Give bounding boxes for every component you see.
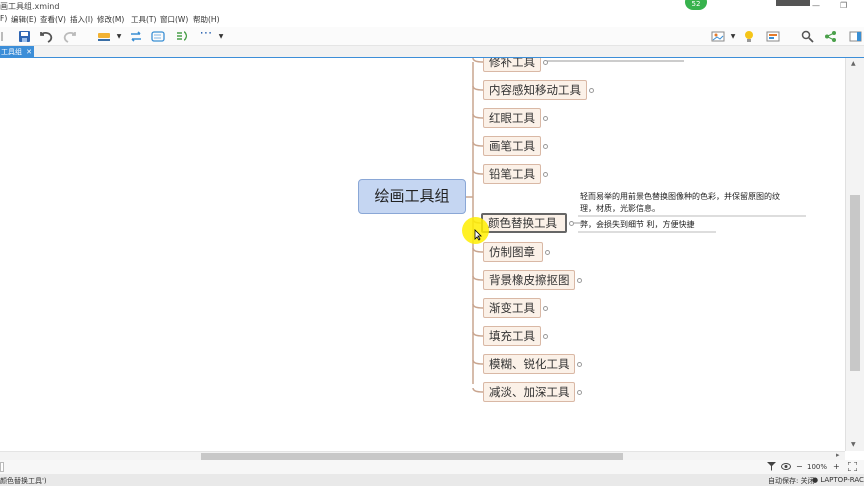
branch-topic-7[interactable]: 背景橡皮擦抠图 [483,270,575,290]
selection-status: 颜色替换工具') [0,477,47,485]
zoom-in-button[interactable]: + [833,462,840,471]
autosave-status[interactable]: 自动保存: 关闭 [768,476,815,486]
branch-topic-2[interactable]: 红眼工具 [483,108,541,128]
title-bar: 画工具组.xmind 52 — ❐ [0,0,864,12]
minimize-button[interactable]: — [812,1,820,10]
menu-bar: F) 编辑(E) 查看(V) 插入(I) 修改(M) 工具(T) 窗口(W) 帮助(H) [0,13,864,25]
branch-topic-0[interactable]: 修补工具 [483,58,541,72]
collapse-toggle-icon[interactable] [569,221,574,226]
horizontal-scrollbar[interactable]: ▸ [0,451,845,460]
collapse-toggle-icon[interactable] [543,306,548,311]
close-icon[interactable]: ✕ [26,46,32,58]
horizontal-scroll-thumb[interactable] [201,453,623,460]
status-input[interactable] [0,462,4,472]
note-line-1: 轻而易举的用前景色替换图像种的色彩，并保留原图的纹 [580,192,780,201]
filter-icon[interactable] [767,462,776,471]
toolbar-grip [1,32,3,41]
bottom-status-bar: 颜色替换工具') 自动保存: 关闭 ● LAPTOP-RACAC [0,474,864,486]
branch-topic-8[interactable]: 渐变工具 [483,298,541,318]
mouse-pointer-icon [474,229,482,241]
image-dropdown-icon[interactable]: ▼ [730,30,736,43]
vertical-scrollbar[interactable]: ▲ ▼ [845,58,864,451]
lightbulb-icon[interactable] [743,30,755,43]
more-dropdown-icon[interactable]: ▼ [218,30,224,43]
branch-topic-9[interactable]: 填充工具 [483,326,541,346]
collapse-toggle-icon[interactable] [577,390,582,395]
collapse-toggle-icon[interactable] [543,144,548,149]
menu-item-6[interactable]: 窗口(W) [160,14,188,25]
computer-name: ● LAPTOP-RACAC [812,476,864,484]
branch-connectors [466,58,806,393]
restore-button[interactable]: ❐ [840,1,847,10]
scroll-up-icon[interactable]: ▲ [851,60,856,67]
overlay-bar [776,0,810,6]
status-bar: − 100% + [0,460,864,474]
branch-topic-5[interactable]: 颜色替换工具 [481,213,567,233]
central-topic[interactable]: 绘画工具组 [358,179,466,214]
collapse-toggle-icon[interactable] [577,278,582,283]
collapse-toggle-icon[interactable] [589,88,594,93]
relationship-icon[interactable] [129,30,143,43]
collapse-toggle-icon[interactable] [577,362,582,367]
panel-toggle-icon[interactable] [849,30,862,43]
toolbar: ▼ ⋯ ▼ ▼ [0,27,864,46]
zoom-out-button[interactable]: − [796,462,803,471]
tab-drawing-tools[interactable]: 工具组 ✕ [0,46,34,58]
fit-screen-icon[interactable] [848,462,857,471]
branch-topic-10[interactable]: 模糊、锐化工具 [483,354,575,374]
search-icon[interactable] [801,30,814,43]
branch-topic-6[interactable]: 仿制图章 [483,242,543,262]
topic-dropdown-icon[interactable]: ▼ [116,30,122,43]
boundary-icon[interactable] [151,30,165,43]
eye-icon[interactable] [781,462,791,471]
vertical-scroll-thumb[interactable] [850,195,860,371]
scroll-down-icon[interactable]: ▼ [851,441,856,448]
collapse-toggle-icon[interactable] [543,334,548,339]
collapse-toggle-icon[interactable] [545,250,550,255]
presentation-icon[interactable] [766,30,780,43]
note-line-3: 弊，会损失到细节 利，方便快捷 [580,220,695,229]
collapse-toggle-icon[interactable] [543,116,548,121]
collapse-toggle-icon[interactable] [543,172,548,177]
branch-topic-3[interactable]: 画笔工具 [483,136,541,156]
branch-topic-1[interactable]: 内容感知移动工具 [483,80,587,100]
menu-item-4[interactable]: 修改(M) [97,14,124,25]
menu-item-2[interactable]: 查看(V) [40,14,66,25]
tab-label: 工具组 [1,48,22,56]
notification-badge[interactable]: 52 [685,0,707,10]
branch-topic-11[interactable]: 减淡、加深工具 [483,382,575,402]
menu-item-5[interactable]: 工具(T) [131,14,156,25]
window-title: 画工具组.xmind [0,2,60,11]
branch-topic-4[interactable]: 铅笔工具 [483,164,541,184]
save-icon[interactable] [18,30,31,43]
summary-icon[interactable] [175,30,189,43]
more-icon[interactable]: ⋯ [199,27,213,43]
note-line-2: 理，材质，光影信息。 [580,204,660,213]
menu-item-7[interactable]: 帮助(H) [193,14,220,25]
redo-icon[interactable] [63,30,76,43]
scroll-right-icon[interactable]: ▸ [836,451,840,459]
editor-tab-strip: 工具组 ✕ [0,46,864,58]
share-icon[interactable] [824,30,837,43]
collapse-toggle-icon[interactable] [543,60,548,65]
topic-icon[interactable] [97,30,111,43]
menu-item-3[interactable]: 插入(I) [70,14,93,25]
insert-image-icon[interactable] [711,30,725,43]
menu-item-0[interactable]: F) [0,14,7,23]
undo-icon[interactable] [40,30,53,43]
zoom-level: 100% [807,463,828,471]
menu-item-1[interactable]: 编辑(E) [11,14,37,25]
mind-map-canvas[interactable]: 绘画工具组 修补工具内容感知移动工具 红眼工具画笔工具铅笔工具颜色替换工具 仿制图章… [0,58,845,451]
